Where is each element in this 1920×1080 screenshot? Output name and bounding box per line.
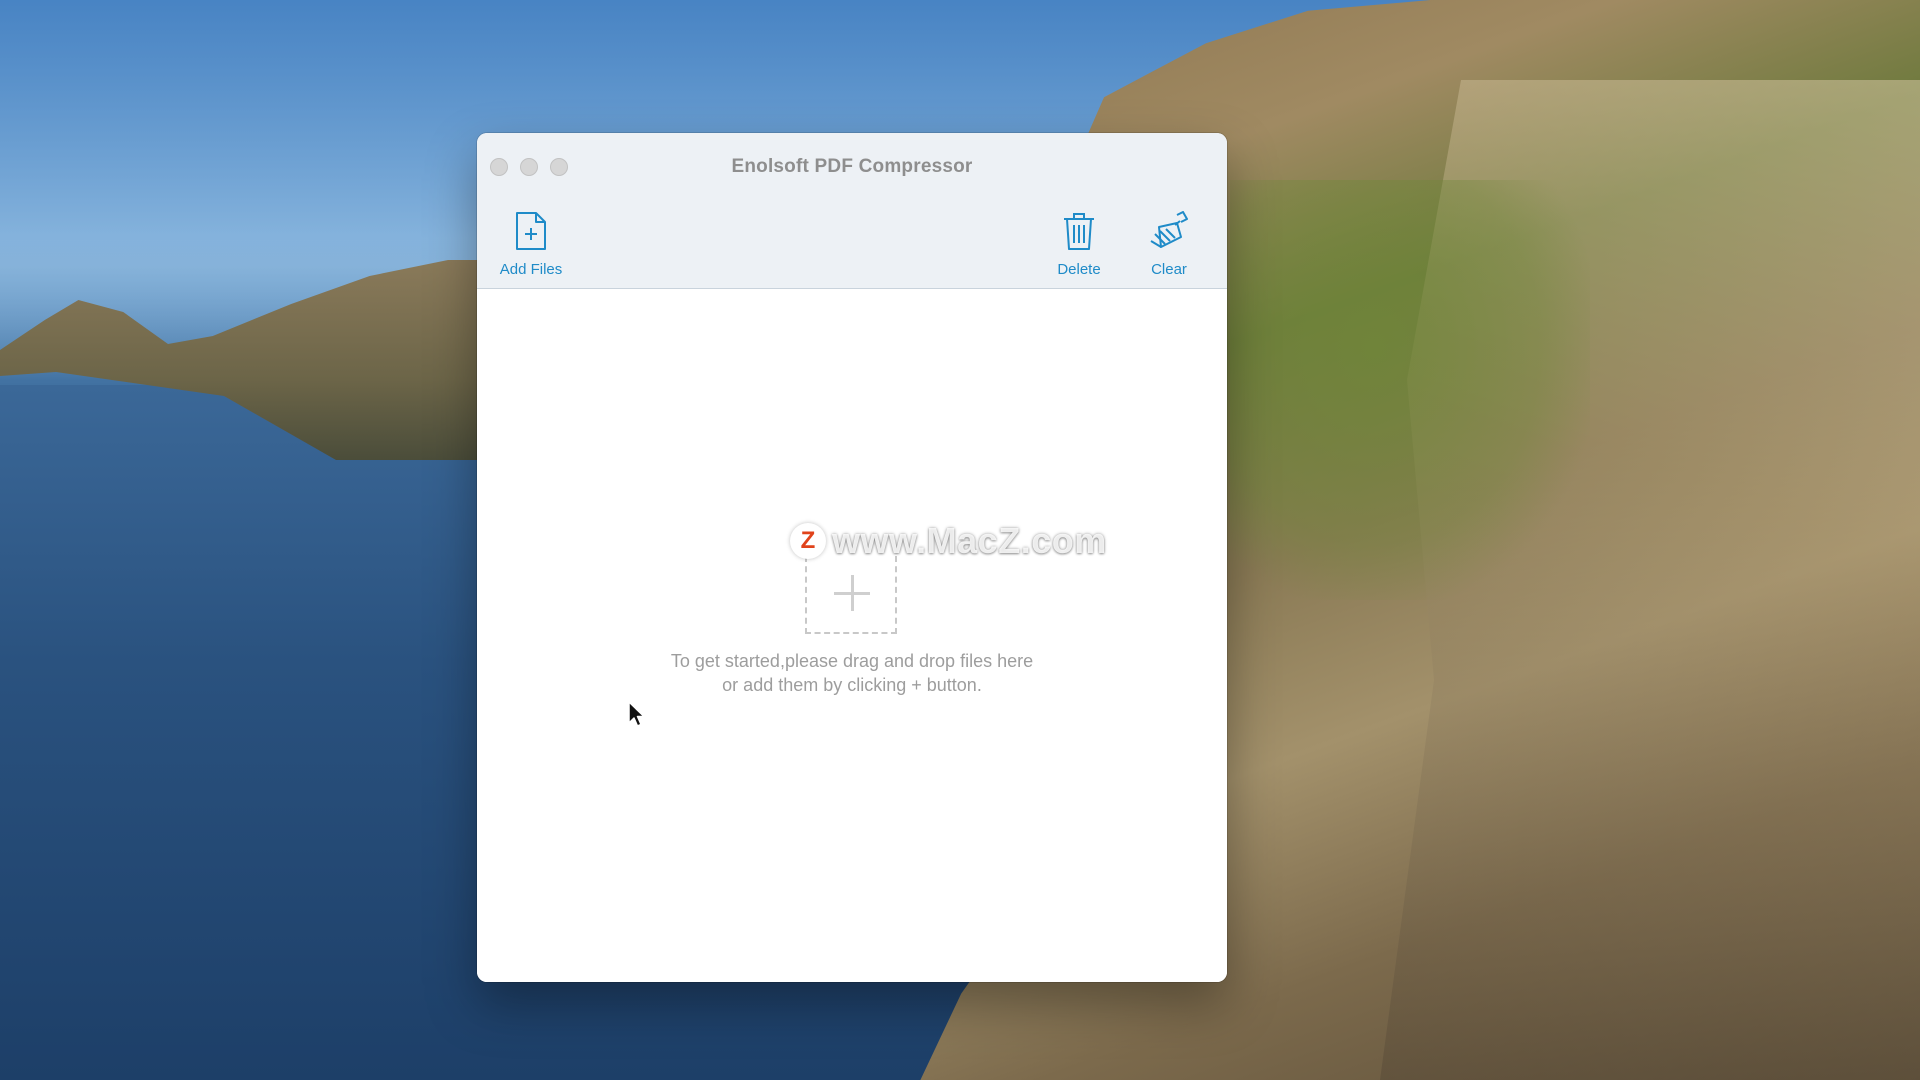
add-files-label: Add Files: [499, 261, 563, 278]
trash-icon: [1064, 213, 1094, 250]
file-drop-area[interactable]: To get started,please drag and drop file…: [477, 289, 1227, 982]
add-file-plus-button[interactable]: [805, 556, 897, 634]
delete-button[interactable]: Delete: [1049, 211, 1109, 278]
add-files-button[interactable]: Add Files: [496, 211, 566, 278]
desktop: Enolsoft PDF Compressor Add Files Delete: [0, 0, 1920, 1080]
clear-button[interactable]: Clear: [1139, 211, 1199, 278]
document-plus-icon: [516, 212, 546, 250]
mouse-pointer-icon: [628, 701, 645, 727]
drop-instruction-line-2: or add them by clicking + button.: [722, 675, 982, 695]
toolbar: Enolsoft PDF Compressor Add Files Delete: [477, 133, 1227, 289]
drop-instruction-line-1: To get started,please drag and drop file…: [670, 651, 1034, 671]
broom-icon: [1150, 211, 1188, 248]
watermark-logo-icon: Z: [790, 523, 826, 559]
wallpaper-vegetation: [1230, 180, 1590, 600]
window-title: Enolsoft PDF Compressor: [731, 156, 973, 177]
clear-label: Clear: [1151, 261, 1187, 278]
watermark: Z www.MacZ.com: [790, 520, 1107, 562]
delete-label: Delete: [1057, 261, 1101, 278]
plus-icon-vertical: [851, 575, 854, 611]
watermark-text: www.MacZ.com: [832, 520, 1107, 561]
